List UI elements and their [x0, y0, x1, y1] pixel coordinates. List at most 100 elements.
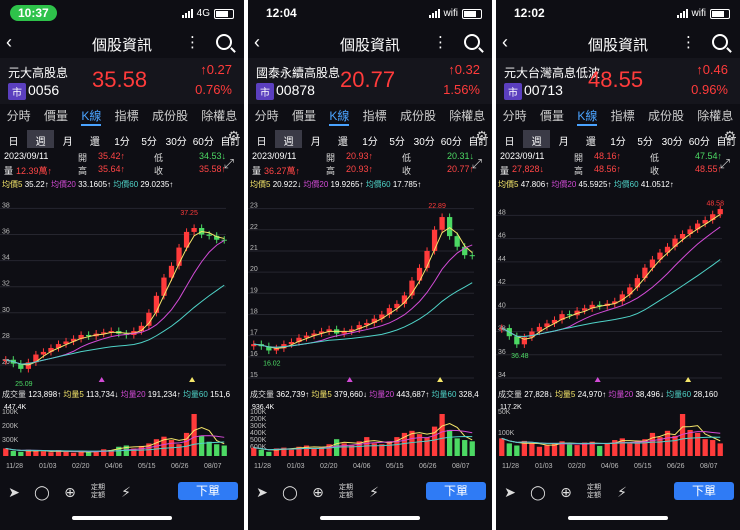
volume-bar — [506, 443, 512, 456]
volume-bar — [63, 451, 69, 456]
share-icon[interactable]: ➤ — [496, 484, 524, 501]
expand-icon[interactable]: ⤢ — [720, 156, 730, 172]
period-2[interactable]: 月 — [54, 130, 81, 148]
y-tick: 18 — [250, 308, 258, 315]
tab-4[interactable]: 成份股 — [400, 104, 436, 126]
date-tick: 05/15 — [634, 463, 652, 470]
period-6[interactable]: 30分 — [659, 130, 686, 148]
period-0[interactable]: 日 — [248, 130, 275, 148]
period-5[interactable]: 5分 — [384, 130, 411, 148]
gear-icon[interactable]: ⚙ — [475, 128, 488, 145]
volume-chart[interactable]: 936.4K600K500K400K300K200K100K — [248, 400, 492, 462]
period-3[interactable]: 還 — [81, 130, 108, 148]
tab-5[interactable]: 除權息 — [449, 104, 485, 126]
volume-chart[interactable]: 117.2K100K50K — [496, 400, 740, 462]
order-button[interactable]: 下單 — [674, 482, 734, 500]
period-4[interactable]: 1分 — [108, 130, 135, 148]
ohlc-table: 2023/09/11 開 48.16↑ 低 47.54↑ 量 27,828↓ 高… — [498, 151, 724, 177]
order-button[interactable]: 下單 — [178, 482, 238, 500]
vol-label: 量 — [4, 166, 14, 176]
tab-1[interactable]: 價量 — [44, 104, 68, 126]
nav-bar: ‹ 個股資訊 ⋮ — [0, 30, 244, 56]
period-1[interactable]: 週 — [275, 130, 303, 148]
vol-value: 27,828↓ — [512, 164, 545, 174]
ma-legend: 均價5 47.806↑ 均價20 45.5925↑ 均價60 41.0512↑ — [498, 179, 674, 190]
tab-2[interactable]: K線 — [81, 104, 102, 126]
search-icon[interactable] — [464, 34, 480, 50]
periodic-investment-button[interactable]: 定期 定額 — [84, 484, 112, 500]
tab-0[interactable]: 分時 — [503, 104, 527, 126]
tab-0[interactable]: 分時 — [7, 104, 31, 126]
order-button[interactable]: 下單 — [426, 482, 486, 500]
tab-3[interactable]: 指標 — [115, 104, 139, 126]
tab-5[interactable]: 除權息 — [201, 104, 237, 126]
page-title: 個股資訊 — [91, 37, 152, 54]
ma60-line — [501, 259, 721, 337]
price-change-percent: 1.56% — [443, 82, 480, 97]
expand-icon[interactable]: ⤢ — [224, 156, 234, 172]
quote-date: 2023/09/11 — [4, 151, 49, 161]
search-icon[interactable] — [712, 34, 728, 50]
tab-4[interactable]: 成份股 — [152, 104, 188, 126]
more-icon[interactable]: ⋮ — [185, 33, 200, 51]
tab-1[interactable]: 價量 — [540, 104, 564, 126]
tab-4[interactable]: 成份股 — [648, 104, 684, 126]
period-5[interactable]: 5分 — [632, 130, 659, 148]
bell-icon[interactable]: ◯ — [28, 484, 56, 501]
bell-icon[interactable]: ◯ — [524, 484, 552, 501]
quote-date: 2023/09/11 — [500, 151, 545, 161]
period-6[interactable]: 30分 — [411, 130, 438, 148]
share-icon[interactable]: ➤ — [0, 484, 28, 501]
period-6[interactable]: 30分 — [163, 130, 190, 148]
bell-icon[interactable]: ◯ — [276, 484, 304, 501]
more-icon[interactable]: ⋮ — [433, 33, 448, 51]
search-icon[interactable] — [216, 34, 232, 50]
tab-3[interactable]: 指標 — [363, 104, 387, 126]
period-selector: 日週月還 1分 5分 30分 60分 自訂 — [248, 130, 492, 148]
ma60-label: 均價60 — [613, 180, 639, 189]
period-1[interactable]: 週 — [523, 130, 551, 148]
period-2[interactable]: 月 — [302, 130, 329, 148]
volume-chart[interactable]: 447.4K300K200K100K — [0, 400, 244, 462]
periodic-investment-button[interactable]: 定期 定額 — [580, 484, 608, 500]
period-3[interactable]: 還 — [577, 130, 604, 148]
add-icon[interactable]: ⊕ — [304, 484, 332, 501]
period-3[interactable]: 還 — [329, 130, 356, 148]
period-0[interactable]: 日 — [496, 130, 523, 148]
mv20-label: 均量20 — [120, 390, 146, 399]
tab-5[interactable]: 除權息 — [697, 104, 733, 126]
period-4[interactable]: 1分 — [604, 130, 631, 148]
period-0[interactable]: 日 — [0, 130, 27, 148]
candlestick-chart[interactable]: 484644424038363448.5836.48 — [496, 190, 740, 386]
flash-icon[interactable]: ⚡ — [608, 484, 636, 501]
period-1[interactable]: 週 — [27, 130, 55, 148]
tab-1[interactable]: 價量 — [292, 104, 316, 126]
gear-icon[interactable]: ⚙ — [227, 128, 240, 145]
tab-3[interactable]: 指標 — [611, 104, 635, 126]
add-icon[interactable]: ⊕ — [552, 484, 580, 501]
flash-icon[interactable]: ⚡ — [360, 484, 388, 501]
flash-icon[interactable]: ⚡ — [112, 484, 140, 501]
period-4[interactable]: 1分 — [356, 130, 383, 148]
candlestick-chart[interactable]: 23 22 21 20 19 18 17 16 15 22.89 16.02 — [248, 190, 492, 386]
tab-2[interactable]: K線 — [329, 104, 350, 126]
gear-icon[interactable]: ⚙ — [723, 128, 736, 145]
period-7[interactable]: 60分 — [190, 130, 217, 148]
share-icon[interactable]: ➤ — [248, 484, 276, 501]
ohlc-table: 2023/09/11 開 35.42↑ 低 34.53↓ 量 12.39萬↑ 高… — [2, 151, 228, 177]
periodic-investment-button[interactable]: 定期 定額 — [332, 484, 360, 500]
ma5-value: 47.806↑ — [520, 180, 550, 189]
volume-bar — [462, 440, 468, 456]
add-icon[interactable]: ⊕ — [56, 484, 84, 501]
period-7[interactable]: 60分 — [438, 130, 465, 148]
volume-tick: 100K — [498, 430, 515, 437]
expand-icon[interactable]: ⤢ — [472, 156, 482, 172]
tab-0[interactable]: 分時 — [255, 104, 279, 126]
tab-2[interactable]: K線 — [577, 104, 598, 126]
period-2[interactable]: 月 — [550, 130, 577, 148]
period-7[interactable]: 60分 — [686, 130, 713, 148]
volume-bar — [574, 445, 580, 456]
candlestick-chart[interactable]: 3836343230282637.2525.09 — [0, 190, 244, 386]
period-5[interactable]: 5分 — [136, 130, 163, 148]
more-icon[interactable]: ⋮ — [681, 33, 696, 51]
